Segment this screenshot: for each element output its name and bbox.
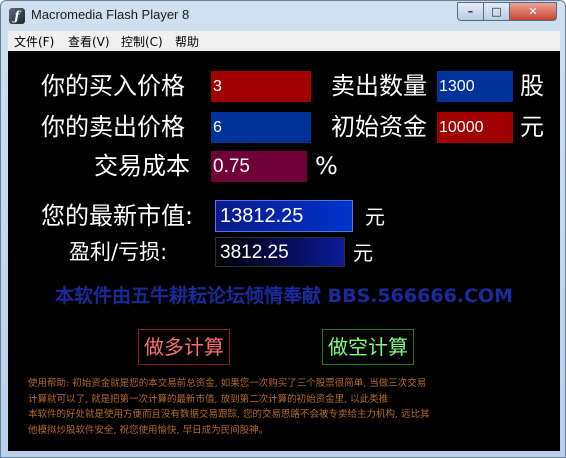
trade-cost-label: 交易成本	[94, 152, 190, 180]
market-value-output: 13812.25	[215, 200, 353, 232]
menu-help[interactable]: 帮助	[175, 33, 199, 50]
sell-price-input[interactable]: 6	[211, 112, 311, 143]
buy-price-label: 你的买入价格	[41, 72, 185, 100]
profit-loss-output: 3812.25	[215, 237, 345, 267]
buy-price-input[interactable]: 3	[211, 71, 311, 102]
help-line: 计算就可以了, 就是把第一次计算的最新市值, 放到第二次计算的初始资金里, 以此…	[28, 393, 389, 405]
maximize-button[interactable]: □	[483, 2, 510, 21]
close-button[interactable]: ✕	[509, 2, 557, 21]
help-line: 本软件的好处就是使用方便而且没有数据交易跟踪, 您的交易思路不会被专卖给主力机构…	[28, 409, 430, 420]
market-value-unit-label: 元	[365, 205, 385, 229]
profit-loss-unit-label: 元	[353, 241, 373, 265]
flash-app-icon: ƒ	[9, 8, 25, 24]
window-title: Macromedia Flash Player 8	[31, 7, 190, 22]
capital-input[interactable]: 10000	[437, 112, 513, 143]
percent-unit-label: %	[315, 152, 338, 180]
help-line: 使用帮助: 初始资金就是您的本交易前总资金, 如果您一次购买了三个股票很简单, …	[28, 378, 427, 389]
profit-loss-label: 盈利/亏损:	[69, 240, 168, 264]
capital-label: 初始资金	[331, 113, 427, 141]
yuan-unit-label: 元	[520, 113, 544, 141]
long-calc-button[interactable]: 做多计算	[138, 329, 230, 365]
market-value-label: 您的最新市值:	[41, 202, 194, 230]
minimize-button[interactable]: –	[457, 2, 484, 21]
sell-qty-input[interactable]: 1300	[437, 71, 513, 102]
sell-qty-label: 卖出数量	[331, 72, 427, 100]
shares-unit-label: 股	[520, 72, 544, 100]
short-calc-button[interactable]: 做空计算	[322, 329, 414, 365]
title-bar[interactable]: ƒ Macromedia Flash Player 8 – □ ✕	[1, 1, 566, 31]
menu-bar: 文件(F) 查看(V) 控制(C) 帮助	[8, 31, 560, 51]
flash-player-window: ƒ Macromedia Flash Player 8 – □ ✕ 文件(F) …	[0, 0, 566, 458]
sell-price-label: 你的卖出价格	[41, 113, 185, 141]
menu-view[interactable]: 查看(V)	[68, 33, 110, 50]
help-text: 使用帮助: 初始资金就是您的本交易前总资金, 如果您一次购买了三个股票很简单, …	[28, 376, 550, 438]
menu-file[interactable]: 文件(F)	[14, 33, 54, 50]
sponsor-watermark: 本软件由五牛耕耘论坛倾情奉献 BBS.566666.COM	[54, 285, 514, 307]
menu-control[interactable]: 控制(C)	[121, 33, 163, 50]
flash-stage: 你的买入价格 3 卖出数量 1300 股 你的卖出价格 6 初始资金 10000…	[8, 51, 560, 451]
help-line: 他模拟炒股软件安全, 祝您使用愉快, 早日成为民间股神。	[28, 424, 269, 436]
trade-cost-input[interactable]: 0.75	[211, 151, 307, 182]
